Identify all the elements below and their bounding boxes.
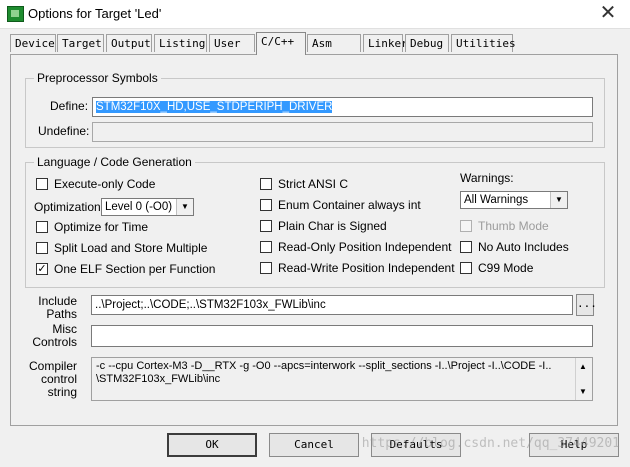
close-icon[interactable]: ✕ bbox=[596, 1, 620, 25]
undefine-input[interactable] bbox=[92, 122, 593, 142]
warnings-label: Warnings: bbox=[460, 171, 514, 185]
tab-linker[interactable]: Linker bbox=[363, 34, 408, 52]
strict-ansi-label: Strict ANSI C bbox=[278, 177, 349, 191]
ro-pos-indep-label: Read-Only Position Independent bbox=[278, 240, 452, 254]
optimize-time-label: Optimize for Time bbox=[54, 220, 149, 234]
plain-char-label: Plain Char is Signed bbox=[278, 219, 387, 233]
compiler-control-line1: -c --cpu Cortex-M3 -D__RTX -g -O0 --apcs… bbox=[96, 360, 552, 372]
optimization-label: Optimization: bbox=[34, 200, 105, 214]
one-elf-box: ✓ bbox=[36, 263, 48, 275]
enum-container-label: Enum Container always int bbox=[278, 198, 421, 212]
define-label: Define: bbox=[50, 99, 89, 113]
scroll-down-icon[interactable]: ▼ bbox=[579, 385, 587, 398]
tab-listing[interactable]: Listing bbox=[154, 34, 207, 52]
tab-strip: Device Target Output Listing User C/C++ … bbox=[10, 32, 620, 55]
one-elf-label: One ELF Section per Function bbox=[54, 262, 216, 276]
rw-pos-indep-label: Read-Write Position Independent bbox=[278, 261, 455, 275]
rw-pos-indep-box bbox=[260, 262, 272, 274]
split-load-label: Split Load and Store Multiple bbox=[54, 241, 208, 255]
optimization-value: Level 0 (-O0) bbox=[105, 201, 173, 213]
tab-utilities[interactable]: Utilities bbox=[451, 34, 516, 52]
chevron-down-icon: ▼ bbox=[550, 192, 567, 208]
include-paths-browse-button[interactable]: ... bbox=[576, 294, 597, 316]
include-paths-input[interactable]: ..\Project;..\CODE;..\STM32F103x_FWLib\i… bbox=[91, 295, 573, 315]
execute-only-box bbox=[36, 178, 48, 190]
warnings-value: All Warnings bbox=[464, 194, 529, 206]
chevron-down-icon: ▼ bbox=[176, 199, 193, 215]
window-title: Options for Target 'Led' bbox=[28, 6, 162, 21]
tab-asm[interactable]: Asm bbox=[307, 34, 361, 52]
compiler-control-label: Compiler control string bbox=[27, 360, 77, 399]
thumb-mode-label: Thumb Mode bbox=[478, 219, 549, 233]
include-paths-label: Include Paths bbox=[27, 295, 77, 321]
no-auto-includes-label: No Auto Includes bbox=[478, 240, 569, 254]
define-value: STM32F10X_HD,USE_STDPERIPH_DRIVER bbox=[96, 101, 333, 113]
ok-button[interactable]: OK bbox=[167, 433, 257, 457]
tab-output[interactable]: Output bbox=[106, 34, 152, 52]
thumb-mode-box bbox=[460, 220, 472, 232]
cancel-button[interactable]: Cancel bbox=[269, 433, 359, 457]
include-label-line2: Paths bbox=[46, 307, 77, 321]
tab-target[interactable]: Target bbox=[57, 34, 104, 52]
scroll-up-icon[interactable]: ▲ bbox=[579, 360, 587, 373]
plain-char-checkbox[interactable]: Plain Char is Signed bbox=[260, 218, 387, 234]
title-bar: Options for Target 'Led' ✕ bbox=[0, 0, 630, 29]
defaults-button[interactable]: Defaults bbox=[371, 433, 461, 457]
language-legend: Language / Code Generation bbox=[34, 155, 195, 169]
compiler-control-string: -c --cpu Cortex-M3 -D__RTX -g -O0 --apcs… bbox=[91, 357, 593, 401]
ro-pos-indep-box bbox=[260, 241, 272, 253]
execute-only-label: Execute-only Code bbox=[54, 177, 156, 191]
compiler-control-line2: \STM32F103x_FWLib\inc bbox=[96, 373, 221, 385]
misc-controls-label: Misc Controls bbox=[27, 323, 77, 349]
enum-container-checkbox[interactable]: Enum Container always int bbox=[260, 197, 421, 213]
preprocessor-symbols-group: Preprocessor Symbols Define: STM32F10X_H… bbox=[25, 71, 605, 148]
optimize-time-checkbox[interactable]: Optimize for Time bbox=[36, 219, 148, 235]
language-code-generation-group: Language / Code Generation Execute-only … bbox=[25, 155, 605, 288]
compiler-label-line3: string bbox=[47, 385, 77, 399]
enum-container-box bbox=[260, 199, 272, 211]
tab-debug[interactable]: Debug bbox=[405, 34, 449, 52]
tab-device[interactable]: Device bbox=[10, 34, 56, 52]
split-load-box bbox=[36, 242, 48, 254]
optimize-time-box bbox=[36, 221, 48, 233]
execute-only-checkbox[interactable]: Execute-only Code bbox=[36, 176, 155, 192]
no-auto-includes-box bbox=[460, 241, 472, 253]
misc-controls-input[interactable] bbox=[91, 325, 593, 347]
ro-pos-indep-checkbox[interactable]: Read-Only Position Independent bbox=[260, 239, 451, 255]
tab-user[interactable]: User bbox=[209, 34, 255, 52]
strict-ansi-box bbox=[260, 178, 272, 190]
plain-char-box bbox=[260, 220, 272, 232]
warnings-select[interactable]: All Warnings ▼ bbox=[460, 191, 568, 209]
split-load-checkbox[interactable]: Split Load and Store Multiple bbox=[36, 240, 207, 256]
rw-pos-indep-checkbox[interactable]: Read-Write Position Independent bbox=[260, 260, 455, 276]
preprocessor-legend: Preprocessor Symbols bbox=[34, 71, 161, 85]
thumb-mode-checkbox[interactable]: Thumb Mode bbox=[460, 218, 549, 234]
app-icon bbox=[7, 6, 24, 22]
c99-mode-checkbox[interactable]: C99 Mode bbox=[460, 260, 533, 276]
c99-mode-label: C99 Mode bbox=[478, 261, 534, 275]
help-button[interactable]: Help bbox=[529, 433, 619, 457]
undefine-label: Undefine: bbox=[38, 124, 90, 138]
tab-c-cpp[interactable]: C/C++ bbox=[256, 32, 306, 55]
misc-label-line2: Controls bbox=[32, 335, 77, 349]
one-elf-checkbox[interactable]: ✓ One ELF Section per Function bbox=[36, 261, 215, 277]
compiler-control-scrollbar[interactable]: ▲ ▼ bbox=[575, 358, 592, 400]
strict-ansi-checkbox[interactable]: Strict ANSI C bbox=[260, 176, 348, 192]
define-input[interactable]: STM32F10X_HD,USE_STDPERIPH_DRIVER bbox=[92, 97, 593, 117]
optimization-select[interactable]: Level 0 (-O0) ▼ bbox=[101, 198, 194, 216]
c99-mode-box bbox=[460, 262, 472, 274]
cpp-options-panel: Preprocessor Symbols Define: STM32F10X_H… bbox=[10, 54, 618, 426]
no-auto-includes-checkbox[interactable]: No Auto Includes bbox=[460, 239, 569, 255]
